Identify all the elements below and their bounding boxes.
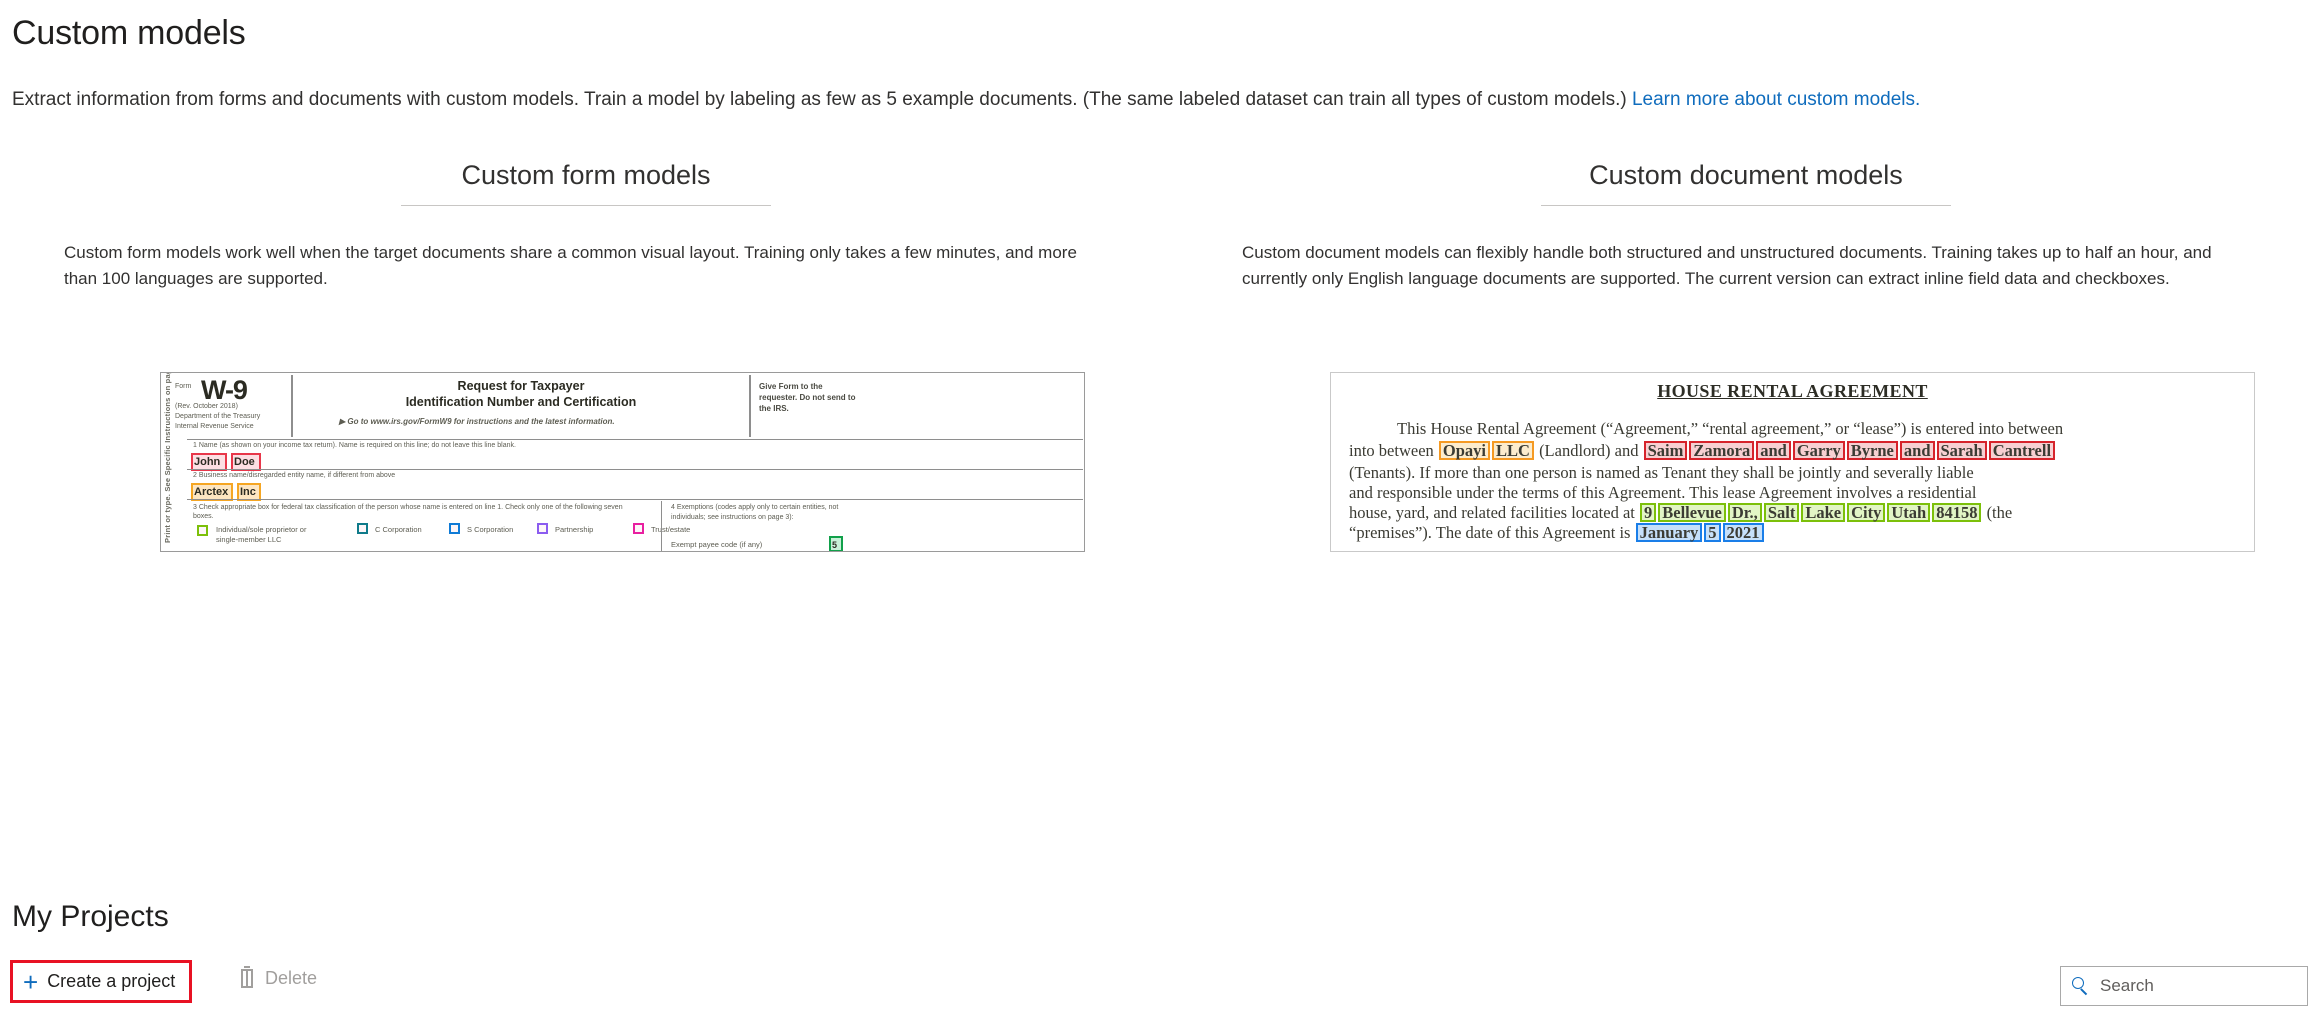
w9-exempt-payee-value-highlight: 5 [829,536,843,551]
rental-city-token-2: Lake [1801,503,1846,522]
w9-checkbox-scorp-label: S Corporation [467,525,514,534]
custom-document-models-body: Custom document models can flexibly hand… [1242,243,2212,289]
w9-give-form-note: Give Form to the requester. Do not send … [759,382,856,413]
w9-checkbox-ccorp[interactable] [357,523,368,534]
w9-divider-2 [749,375,751,437]
custom-form-models-column: Custom form models Custom form models wo… [12,160,1160,293]
w9-checkbox-trust[interactable] [633,523,644,534]
rental-p1-line4: and responsible under the terms of this … [1349,483,1977,502]
custom-document-models-column: Custom document models Custom document m… [1172,160,2320,293]
trash-icon [238,965,256,989]
rental-tenant3-last-token: Cantrell [1988,441,2056,460]
create-a-project-button[interactable]: + Create a project [15,965,187,998]
page-description-text: Extract information from forms and docum… [12,89,1632,110]
w9-form-number: W-9 [201,375,248,405]
rental-located-at-text: house, yard, and related facilities loca… [1349,503,1639,522]
rental-tenant3-first-token: Sarah [1936,441,1987,460]
w9-checkbox-individual[interactable] [197,525,208,536]
delete-button-wrapper: Delete [230,962,329,995]
w9-form-word: Form [175,383,192,390]
w9-checkbox-individual-label: Individual/sole proprietor or single-mem… [216,525,307,544]
rental-p1-line1: This House Rental Agreement (“Agreement,… [1349,419,2240,439]
rental-city-token-1: Salt [1763,503,1800,522]
rental-tenant2-first-token: Garry [1792,441,1845,460]
custom-models-page: Custom models Extract information from f… [0,0,2321,1028]
delete-label: Delete [265,968,318,988]
w9-rev-line: (Rev. October 2018) [175,403,238,410]
w9-rule-b [187,469,1083,471]
w9-form-sample-image: Print or type. See Specific Instructions… [160,372,1085,552]
rental-date-month-token: January [1635,523,1703,542]
w9-line1-label: 1 Name (as shown on your income tax retu… [193,442,516,449]
rental-p1-line2: into between Opayi LLC (Landlord) and Sai… [1349,441,2240,461]
w9-exempt-payee-label: Exempt payee code (if any) [671,540,763,549]
rental-landlord-name-token: Opayi [1438,441,1490,460]
rental-landlord-mid: (Landlord) and [1534,441,1643,460]
create-project-highlight: + Create a project [10,960,193,1003]
search-input[interactable] [2098,975,2288,997]
search-icon [2071,977,2089,996]
rental-tenant2-last-token: Byrne [1846,441,1898,460]
w9-checkbox-ccorp-label: C Corporation [375,525,422,534]
w9-goto-line: ▶ Go to www.irs.gov/FormW9 for instructi… [339,417,615,426]
rental-address-street-token: Bellevue [1658,503,1726,522]
custom-form-models-heading: Custom form models [401,160,771,206]
page-title: Custom models [12,14,246,52]
rental-state-token: Utah [1887,503,1931,522]
rental-city-token-3: City [1847,503,1886,522]
w9-title-line-1: Request for Taxpayer [457,379,585,393]
w9-line3-label: 3 Check appropriate box for federal tax … [193,504,623,520]
w9-line4-label: 4 Exemptions (codes apply only to certai… [671,504,839,521]
rental-and-token-2: and [1899,441,1935,460]
create-a-project-label: Create a project [47,971,176,991]
w9-dept-line-1: Department of the Treasury [175,413,261,420]
plus-icon: + [23,966,39,997]
w9-divider-1 [291,375,293,437]
rental-agreement-sample-image: HOUSE RENTAL AGREEMENT This House Rental… [1330,372,2255,552]
w9-checkbox-trust-label: Trust/estate [651,525,691,534]
w9-exempt-payee-underline [781,551,877,552]
rental-p1-line5: house, yard, and related facilities loca… [1349,503,2240,523]
rental-p1-line3: (Tenants). If more than one person is na… [1349,463,1974,482]
w9-rule-c [187,499,1083,501]
rental-the-text: (the [1982,503,2013,522]
custom-document-models-heading: Custom document models [1541,160,1951,206]
w9-line2-label: 2 Business name/disregarded entity name,… [193,472,396,479]
rental-agreement-title: HOUSE RENTAL AGREEMENT [1657,381,1928,401]
rental-premises-date-text: “premises”). The date of this Agreement … [1349,523,1635,542]
w9-divider-3 [661,501,663,551]
w9-checkbox-partnership[interactable] [537,523,548,534]
learn-more-link[interactable]: Learn more about custom models. [1632,89,1920,110]
rental-address-type-token: Dr., [1727,503,1762,522]
rental-landlord-suffix-token: LLC [1492,441,1534,460]
rental-zip-token: 84158 [1932,503,1982,522]
custom-form-models-body: Custom form models work well when the ta… [64,243,1077,289]
rental-date-day-token: 5 [1704,523,1721,542]
rental-p1-line6: “premises”). The date of this Agreement … [1349,523,2240,543]
w9-checkbox-partnership-label: Partnership [555,525,594,534]
w9-checkbox-scorp[interactable] [449,523,460,534]
rental-into-between-text: into between [1349,441,1438,460]
rental-tenant1-first-token: Saim [1643,441,1688,460]
w9-title-line-2: Identification Number and Certification [405,395,637,409]
rental-address-number-token: 9 [1640,503,1657,522]
my-projects-title: My Projects [12,900,169,933]
page-description: Extract information from forms and docum… [12,88,1920,113]
delete-button[interactable]: Delete [230,962,329,995]
w9-rule-a [187,439,1083,441]
rental-and-token-1: and [1756,441,1791,460]
search-box[interactable] [2060,966,2308,1006]
rental-tenant1-last-token: Zamora [1689,441,1755,460]
rental-date-year-token: 2021 [1722,523,1764,542]
rental-p1-pre: This House Rental Agreement (“Agreement,… [1397,419,2064,438]
w9-dept-line-2: Internal Revenue Service [175,423,254,430]
